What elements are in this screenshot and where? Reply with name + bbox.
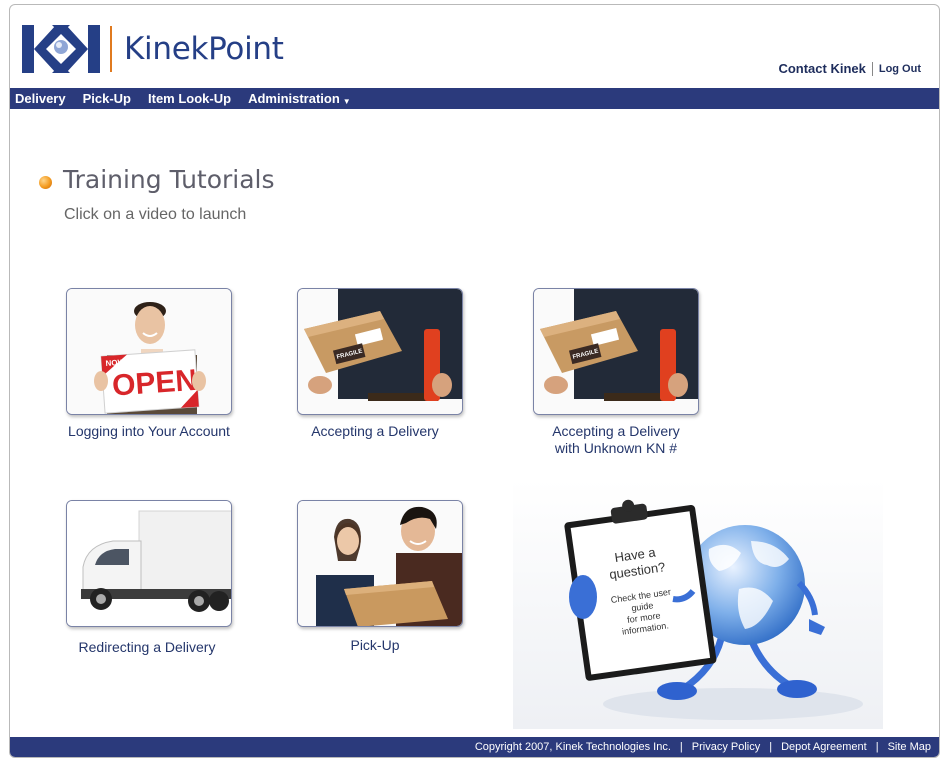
page-subtitle: Click on a video to launch: [64, 206, 247, 223]
help-question-graphic: Have a question? Check the user guide fo…: [513, 479, 883, 729]
video-thumbnail-package[interactable]: FRAGILE: [533, 288, 699, 415]
video-caption[interactable]: Logging into Your Account: [39, 423, 259, 440]
dropdown-caret-icon: ▼: [342, 97, 351, 106]
privacy-policy-link[interactable]: Privacy Policy: [692, 741, 760, 753]
video-thumbnail-package[interactable]: FRAGILE: [297, 288, 463, 415]
footer-separator: |: [769, 741, 773, 753]
logout-link[interactable]: Log Out: [879, 63, 921, 75]
video-thumbnail-pickup[interactable]: [297, 500, 463, 627]
logo-wordmark: KinekPoint: [124, 31, 284, 67]
copyright-text: Copyright 2007, Kinek Technologies Inc.: [474, 741, 671, 753]
main-nav: Delivery Pick-Up Item Look-Up Administra…: [10, 88, 939, 109]
footer-separator: |: [875, 741, 879, 753]
contact-kinek-link[interactable]: Contact Kinek: [778, 61, 865, 76]
nav-administration-label: Administration: [248, 91, 340, 106]
page-title: Training Tutorials: [63, 165, 275, 194]
nav-administration[interactable]: Administration ▼: [248, 91, 351, 106]
orange-bullet-icon: [39, 176, 52, 189]
video-caption[interactable]: Accepting a Delivery with Unknown KN #: [506, 423, 726, 457]
footer: Copyright 2007, Kinek Technologies Inc. …: [10, 737, 939, 757]
logo-mark-icon: [22, 23, 100, 75]
nav-item-lookup[interactable]: Item Look-Up: [148, 91, 231, 106]
logo-divider: [110, 26, 112, 72]
video-caption-line: with Unknown KN #: [554, 440, 678, 456]
sign-open-text: OPEN: [111, 364, 198, 403]
video-caption[interactable]: Pick-Up: [265, 637, 485, 654]
video-caption-line: Accepting a Delivery: [552, 423, 680, 439]
site-map-link[interactable]: Site Map: [888, 741, 931, 753]
header-divider: [871, 61, 873, 76]
footer-separator: |: [679, 741, 683, 753]
video-thumbnail-truck[interactable]: [66, 500, 232, 627]
depot-agreement-link[interactable]: Depot Agreement: [781, 741, 867, 753]
nav-pickup[interactable]: Pick-Up: [83, 91, 131, 106]
page-frame: KinekPoint Contact Kinek Log Out Deliver…: [9, 4, 940, 758]
video-thumbnail-open-sign[interactable]: NOW OPEN: [66, 288, 232, 415]
kinekpoint-logo[interactable]: KinekPoint: [22, 21, 284, 77]
sign-now-text: NOW: [105, 358, 126, 368]
video-caption[interactable]: Accepting a Delivery: [265, 423, 485, 440]
nav-delivery[interactable]: Delivery: [15, 91, 66, 106]
video-caption[interactable]: Redirecting a Delivery: [37, 639, 257, 656]
header-links: Contact Kinek Log Out: [778, 61, 921, 76]
